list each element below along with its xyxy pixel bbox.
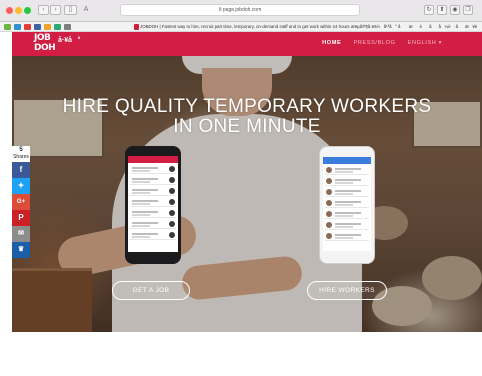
- below-fold-section: [12, 332, 482, 376]
- logo-chinese-text: å·¥å°: [58, 37, 81, 44]
- browser-toolbar: ‹ › ▯ A ð page.jobdoh.com ↻ ⬆ ◉ ❐: [0, 0, 482, 22]
- sidebar-button[interactable]: ▯: [64, 5, 77, 15]
- reader-button[interactable]: A: [80, 5, 92, 15]
- sidebar-icon: ▯: [68, 6, 73, 13]
- bookmark-icon[interactable]: [54, 24, 61, 30]
- list-item: [325, 199, 369, 208]
- list-item: [130, 165, 176, 174]
- bookmark-icon[interactable]: [64, 24, 71, 30]
- language-dropdown[interactable]: ENGLISH ▾: [408, 40, 442, 46]
- crown-icon: ♛: [17, 246, 25, 253]
- list-item: [130, 198, 176, 207]
- hire-workers-button[interactable]: HIRE WORKERS: [307, 281, 387, 300]
- reload-icon[interactable]: ↻: [424, 5, 434, 15]
- active-tab-title[interactable]: JOBDOH | Fastest way to hire, recruit pa…: [140, 23, 480, 31]
- minimize-window-button[interactable]: [15, 7, 22, 14]
- crown-share-button[interactable]: ♛: [12, 242, 30, 258]
- share-count-label: Shares: [13, 154, 29, 160]
- chevron-right-icon: ›: [54, 6, 57, 13]
- tabs-icon[interactable]: ❐: [463, 5, 473, 15]
- hero-title-line2: IN ONE MINUTE: [173, 116, 321, 137]
- list-item: [130, 176, 176, 185]
- list-item: [325, 177, 369, 186]
- logo-text-bottom: DOH: [34, 43, 56, 53]
- hero-title: HIRE QUALITY TEMPORARY WORKERS IN ONE MI…: [12, 97, 482, 137]
- email-share-button[interactable]: ✉: [12, 226, 30, 242]
- twitter-icon: ✦: [17, 181, 25, 190]
- list-item: [130, 220, 176, 229]
- pinterest-icon: P: [18, 213, 24, 222]
- bookmark-icon[interactable]: [44, 24, 51, 30]
- list-item: [325, 232, 369, 241]
- get-a-job-button[interactable]: GET A JOB: [112, 281, 190, 300]
- share-count: 5 Shares: [12, 146, 30, 162]
- forward-button[interactable]: ›: [50, 5, 61, 15]
- list-item: [130, 231, 176, 240]
- bookmark-icon[interactable]: [24, 24, 31, 30]
- close-window-button[interactable]: [6, 7, 13, 14]
- bookmark-icon[interactable]: [34, 24, 41, 30]
- phone-screen: [128, 156, 178, 252]
- facebook-share-button[interactable]: f: [12, 162, 30, 178]
- list-item: [325, 188, 369, 197]
- hero-section: HIRE QUALITY TEMPORARY WORKERS IN ONE MI…: [12, 56, 482, 332]
- phone-app-bar: [128, 156, 178, 163]
- list-item: [325, 221, 369, 230]
- twitter-share-button[interactable]: ✦: [12, 178, 30, 194]
- job-app-phone-mockup: [125, 146, 181, 264]
- list-item: [130, 209, 176, 218]
- facebook-icon: f: [19, 165, 23, 174]
- list-item: [325, 166, 369, 175]
- extension-icon[interactable]: ◉: [450, 5, 460, 15]
- jobdoh-logo[interactable]: JOB DOH å·¥å°: [34, 33, 81, 54]
- phone-app-bar: [323, 157, 371, 164]
- bookmark-icon[interactable]: [14, 24, 21, 30]
- phone-screen: [323, 157, 371, 251]
- list-item: [325, 210, 369, 219]
- browser-window: ‹ › ▯ A ð page.jobdoh.com ↻ ⬆ ◉ ❐ JOBDOH…: [0, 0, 482, 376]
- bookmark-icon[interactable]: [4, 24, 11, 30]
- list-item: [130, 187, 176, 196]
- logo-text-top: JOB: [34, 33, 51, 43]
- tab-bar: JOBDOH | Fastest way to hire, recruit pa…: [0, 22, 482, 32]
- social-share-bar: 5 Shares f ✦ G+ P ✉ ♛: [12, 146, 30, 258]
- maximize-window-button[interactable]: [24, 7, 31, 14]
- chevron-left-icon: ‹: [42, 6, 45, 13]
- pinterest-share-button[interactable]: P: [12, 210, 30, 226]
- address-bar[interactable]: ð page.jobdoh.com: [120, 4, 360, 16]
- google-plus-icon: G+: [16, 199, 26, 205]
- main-nav: HOME PRESS/BLOG ENGLISH ▾: [312, 40, 442, 46]
- share-icon[interactable]: ⬆: [437, 5, 447, 15]
- google-plus-share-button[interactable]: G+: [12, 194, 30, 210]
- back-button[interactable]: ‹: [38, 5, 49, 15]
- tab-favicon: [134, 24, 139, 30]
- share-count-number: 5: [19, 147, 23, 153]
- email-icon: ✉: [18, 230, 24, 237]
- nav-press-blog[interactable]: PRESS/BLOG: [353, 40, 395, 46]
- hire-app-phone-mockup: [319, 146, 375, 264]
- site-header: JOB DOH å·¥å° HOME PRESS/BLOG ENGLISH ▾: [12, 32, 482, 56]
- nav-home[interactable]: HOME: [322, 40, 341, 46]
- hero-title-line1: HIRE QUALITY TEMPORARY WORKERS: [62, 96, 432, 117]
